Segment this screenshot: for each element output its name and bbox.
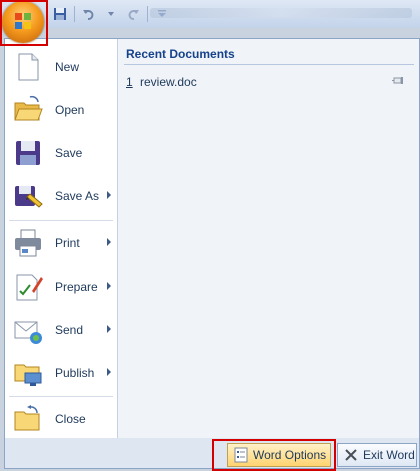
submenu-arrow-icon — [107, 282, 111, 290]
save-disk-icon — [16, 141, 40, 165]
open-folder-icon — [14, 95, 43, 121]
menu-item-label: Close — [55, 412, 86, 426]
prepare-document-icon — [16, 274, 43, 301]
office-button[interactable] — [2, 1, 44, 43]
close-folder-icon — [14, 405, 40, 431]
menu-item-publish[interactable]: Publish — [7, 353, 115, 393]
window-title-blurred — [150, 8, 412, 18]
recent-documents-header: Recent Documents — [126, 47, 235, 61]
word-options-button[interactable]: Word Options — [227, 443, 331, 467]
exit-word-label: Exit Word — [363, 448, 415, 462]
exit-word-button[interactable]: Exit Word — [337, 443, 417, 467]
recent-item-number: 1 — [126, 75, 133, 89]
menu-item-save[interactable]: Save — [7, 133, 115, 173]
redo-icon[interactable] — [125, 6, 141, 22]
menu-item-new[interactable]: New — [7, 47, 115, 87]
new-document-icon — [18, 53, 39, 81]
pin-icon[interactable] — [392, 75, 406, 87]
office-menu: New Open Save Save As Print Prepare Send… — [4, 38, 420, 440]
recent-item-name: review.doc — [140, 75, 197, 89]
menu-item-open[interactable]: Open — [7, 90, 115, 130]
menu-item-send[interactable]: Send — [7, 310, 115, 350]
recent-divider — [124, 64, 414, 65]
menu-item-prepare[interactable]: Prepare — [7, 267, 115, 307]
word-options-label: Word Options — [253, 448, 327, 462]
options-icon — [234, 447, 248, 463]
menu-item-label: New — [55, 60, 80, 74]
publish-icon — [14, 364, 42, 386]
menu-divider — [9, 396, 113, 397]
menu-item-print[interactable]: Print — [7, 223, 115, 263]
menu-item-label: Save — [55, 146, 83, 160]
close-x-icon — [345, 449, 357, 461]
qat-separator — [74, 6, 75, 22]
undo-dropdown-icon[interactable] — [103, 6, 119, 22]
menu-item-label: Open — [55, 103, 85, 117]
menu-item-label: Send — [55, 323, 84, 337]
save-as-icon — [15, 186, 43, 208]
recent-document-item[interactable]: 1 review.doc — [126, 73, 410, 91]
title-bar — [0, 0, 420, 28]
submenu-arrow-icon — [107, 325, 111, 333]
menu-item-label: Prepare — [55, 280, 98, 294]
menu-item-label: Print — [55, 236, 80, 250]
menu-item-label: Save As — [55, 189, 100, 203]
menu-item-label: Publish — [55, 366, 95, 380]
menu-commands: New Open Save Save As Print Prepare Send… — [5, 39, 118, 439]
office-logo-icon — [15, 13, 31, 29]
qat-separator — [147, 6, 148, 22]
recent-documents-panel: Recent Documents 1 review.doc — [118, 39, 419, 439]
menu-bottom-bar: Word Options Exit Word — [4, 438, 420, 469]
menu-item-close[interactable]: Close — [7, 399, 115, 439]
send-icon — [14, 321, 42, 344]
undo-icon[interactable] — [81, 6, 97, 22]
submenu-arrow-icon — [107, 238, 111, 246]
printer-icon — [15, 229, 41, 257]
menu-divider — [9, 220, 113, 221]
menu-item-save-as[interactable]: Save As — [7, 176, 115, 216]
submenu-arrow-icon — [107, 368, 111, 376]
submenu-arrow-icon — [107, 191, 111, 199]
qat-save-icon[interactable] — [52, 6, 68, 22]
